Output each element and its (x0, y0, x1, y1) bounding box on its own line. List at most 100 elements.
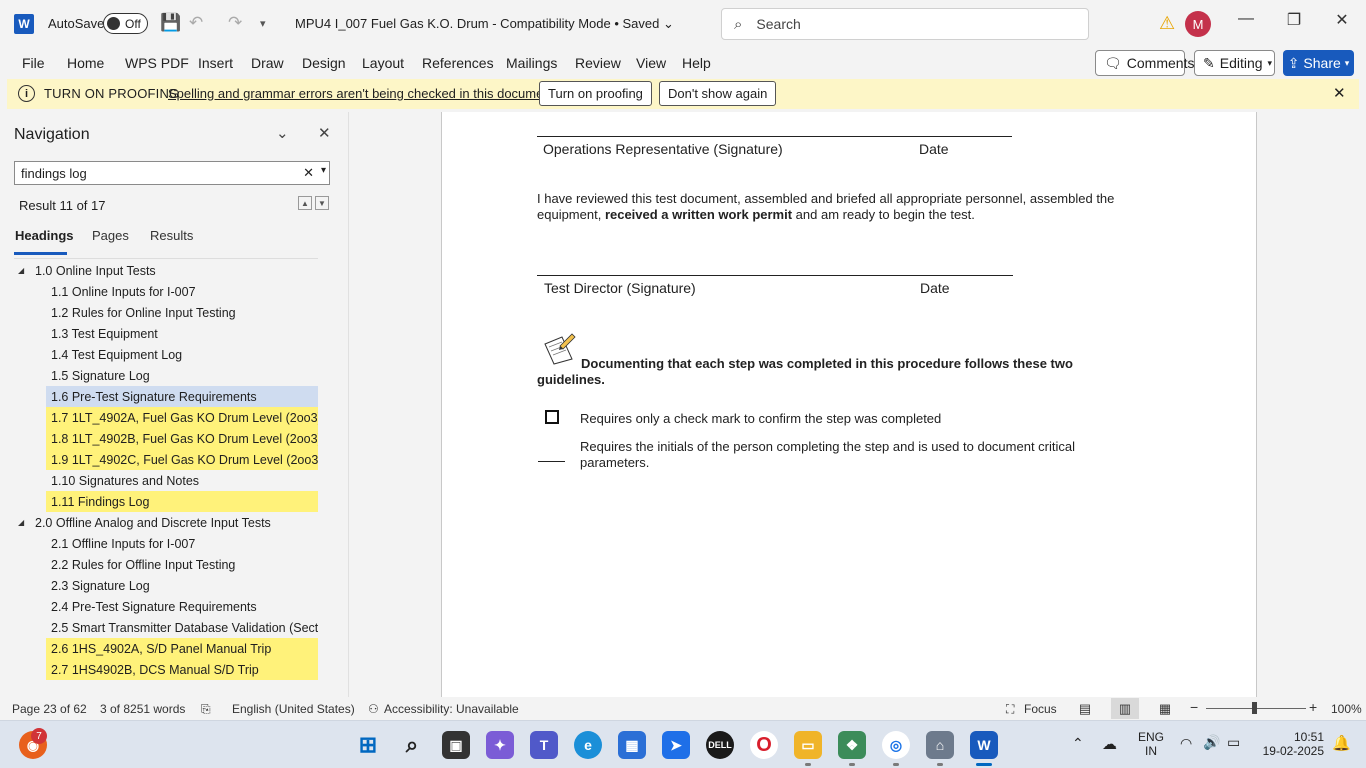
accessibility-status[interactable]: Accessibility: Unavailable (384, 702, 519, 716)
zoom-in-icon[interactable]: + (1309, 699, 1317, 715)
heading-item[interactable]: 1.0 Online Input Tests (30, 260, 330, 281)
menu-review[interactable]: Review (575, 55, 621, 71)
heading-item[interactable]: 2.5 Smart Transmitter Database Validatio… (46, 617, 318, 638)
minimize-icon[interactable]: — (1231, 10, 1261, 28)
zoom-slider-thumb[interactable] (1252, 702, 1257, 714)
edge-icon[interactable]: e (574, 731, 602, 759)
chrome-icon[interactable]: ◎ (882, 731, 910, 759)
proofing-status-icon[interactable]: ⎘ (201, 702, 211, 717)
clear-search-icon[interactable]: ✕ (303, 165, 314, 181)
close-pane-icon[interactable]: ✕ (318, 124, 331, 142)
search-options-icon[interactable]: ▾ (321, 165, 326, 176)
focus-button[interactable]: Focus (1024, 702, 1057, 716)
wifi-icon[interactable]: ◠ (1180, 735, 1192, 752)
redo-icon[interactable]: ↷ (228, 13, 242, 33)
menu-design[interactable]: Design (302, 55, 346, 71)
page-indicator[interactable]: Page 23 of 62 (12, 702, 87, 716)
heading-item[interactable]: 2.4 Pre-Test Signature Requirements (46, 596, 318, 617)
tab-results[interactable]: Results (150, 228, 193, 243)
cloud-sync-icon[interactable]: ☁ (1102, 735, 1117, 753)
navigation-search-input[interactable]: findings log ✕ ▾ (14, 161, 330, 185)
heading-item[interactable]: 1.1 Online Inputs for I-007 (46, 281, 318, 302)
search-box[interactable]: ⌕ Search (721, 8, 1089, 40)
proofing-message-link[interactable]: Spelling and grammar errors aren't being… (168, 86, 558, 101)
language-indicator[interactable]: ENG IN (1138, 730, 1164, 758)
previous-result-icon[interactable]: ▲ (298, 196, 312, 210)
print-layout-icon[interactable]: ▥ (1111, 698, 1139, 719)
heading-item[interactable]: 1.10 Signatures and Notes (46, 470, 318, 491)
save-icon[interactable]: 💾 (160, 13, 181, 33)
clock[interactable]: 10:51 19-02-2025 (1258, 730, 1324, 758)
zoom-out-icon[interactable]: − (1190, 699, 1198, 715)
turn-on-proofing-button[interactable]: Turn on proofing (539, 81, 652, 106)
document-page[interactable]: Operations Representative (Signature) Da… (441, 112, 1257, 697)
heading-item[interactable]: 1.2 Rules for Online Input Testing (46, 302, 318, 323)
autosave-toggle[interactable]: Off (103, 13, 148, 34)
share-button[interactable]: ⇪ Share ▾ (1283, 50, 1354, 76)
battery-icon[interactable]: ▭ (1227, 734, 1240, 751)
heading-item[interactable]: 2.1 Offline Inputs for I-007 (46, 533, 318, 554)
photos-icon[interactable]: ❖ (838, 731, 866, 759)
heading-item[interactable]: 1.9 1LT_4902C, Fuel Gas KO Drum Level (2… (46, 449, 318, 470)
show-hidden-icons-chevron-up-icon[interactable]: ⌃ (1072, 735, 1084, 752)
close-window-icon[interactable]: ✕ (1327, 10, 1357, 30)
zoom-level[interactable]: 100% (1331, 702, 1362, 716)
store-icon[interactable]: ▦ (618, 731, 646, 759)
menu-wps-pdf[interactable]: WPS PDF (125, 55, 189, 71)
heading-item[interactable]: 1.8 1LT_4902B, Fuel Gas KO Drum Level (2… (46, 428, 318, 449)
word-count[interactable]: 3 of 8251 words (100, 702, 185, 716)
heading-item[interactable]: 2.3 Signature Log (46, 575, 318, 596)
tab-pages[interactable]: Pages (92, 228, 129, 243)
warning-icon[interactable]: ⚠ (1159, 13, 1175, 34)
tab-headings[interactable]: Headings (15, 228, 74, 243)
menu-references[interactable]: References (422, 55, 494, 71)
comments-button[interactable]: 🗨 Comments (1095, 50, 1194, 76)
menu-layout[interactable]: Layout (362, 55, 404, 71)
undo-icon[interactable]: ↶ (189, 13, 203, 33)
volume-icon[interactable]: 🔊 (1203, 734, 1220, 751)
remote-app-icon[interactable]: ⌂ (926, 731, 954, 759)
heading-item[interactable]: 2.6 1HS_4902A, S/D Panel Manual Trip (46, 638, 318, 659)
restore-icon[interactable]: ❐ (1279, 10, 1309, 30)
copilot-icon[interactable]: ✦ (486, 731, 514, 759)
menu-file[interactable]: File (22, 55, 45, 71)
dell-icon[interactable]: DELL (706, 731, 734, 759)
avatar[interactable]: M (1185, 11, 1211, 37)
teams-icon[interactable]: T (530, 731, 558, 759)
heading-item[interactable]: 1.6 Pre-Test Signature Requirements (46, 386, 318, 407)
language-indicator[interactable]: English (United States) (232, 702, 355, 716)
menu-draw[interactable]: Draw (251, 55, 284, 71)
menu-mailings[interactable]: Mailings (506, 55, 557, 71)
heading-item[interactable]: 2.2 Rules for Offline Input Testing (46, 554, 318, 575)
read-mode-icon[interactable]: ▤ (1071, 698, 1099, 719)
heading-item[interactable]: 1.4 Test Equipment Log (46, 344, 318, 365)
heading-item[interactable]: 1.11 Findings Log (46, 491, 318, 512)
taskbar-search-icon[interactable]: ⌕ (398, 731, 426, 759)
next-result-icon[interactable]: ▼ (315, 196, 329, 210)
file-explorer-icon[interactable]: ▭ (794, 731, 822, 759)
menu-view[interactable]: View (636, 55, 666, 71)
heading-item[interactable]: 1.5 Signature Log (46, 365, 318, 386)
editing-button[interactable]: ✎ Editing ▾ (1194, 50, 1275, 76)
notifications-icon[interactable]: 🔔 (1332, 734, 1351, 752)
windows-start-icon[interactable]: ⊞ (354, 731, 382, 759)
heading-item[interactable]: 1.3 Test Equipment (46, 323, 318, 344)
heading-item[interactable]: 2.7 1HS4902B, DCS Manual S/D Trip (46, 659, 318, 680)
word-taskbar-icon[interactable]: W (970, 731, 998, 759)
collapse-triangle-icon[interactable]: ◢ (18, 518, 24, 527)
menu-help[interactable]: Help (682, 55, 711, 71)
heading-item[interactable]: 1.7 1LT_4902A, Fuel Gas KO Drum Level (2… (46, 407, 318, 428)
menu-home[interactable]: Home (67, 55, 104, 71)
customize-toolbar-icon[interactable]: ▾ (260, 17, 266, 30)
document-title[interactable]: MPU4 I_007 Fuel Gas K.O. Drum - Compatib… (295, 16, 674, 32)
task-view-icon[interactable]: ▣ (442, 731, 470, 759)
opera-icon[interactable]: O (750, 731, 778, 759)
menu-insert[interactable]: Insert (198, 55, 233, 71)
close-icon[interactable]: ✕ (1333, 84, 1346, 102)
heading-item[interactable]: 2.0 Offline Analog and Discrete Input Te… (30, 512, 330, 533)
collapse-triangle-icon[interactable]: ◢ (18, 266, 24, 275)
mail-icon[interactable]: ➤ (662, 731, 690, 759)
chevron-down-icon[interactable]: ⌄ (276, 124, 289, 142)
web-layout-icon[interactable]: ▦ (1151, 698, 1179, 719)
dont-show-again-button[interactable]: Don't show again (659, 81, 777, 106)
